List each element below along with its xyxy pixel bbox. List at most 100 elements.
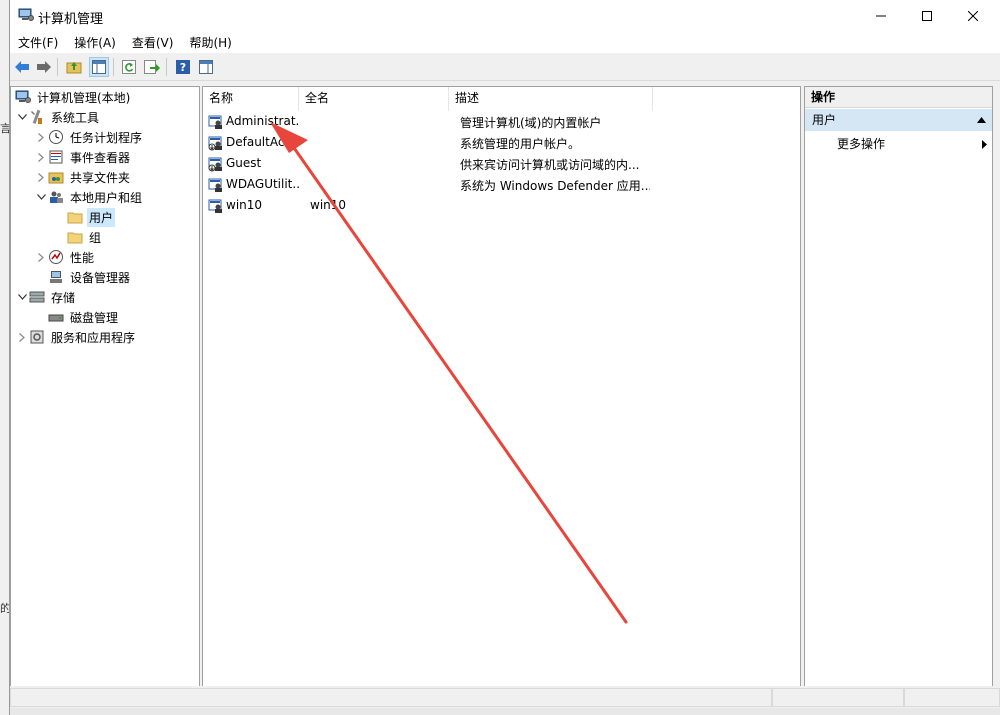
- taskbar-edge: [10, 708, 1000, 715]
- clock-icon: [48, 129, 64, 145]
- export-list-button[interactable]: [143, 58, 161, 76]
- user-account-icon: [208, 114, 224, 130]
- user-account-disabled-icon: [208, 156, 224, 172]
- user-account-icon: [208, 177, 224, 193]
- expanded-chevron-icon[interactable]: [15, 107, 29, 127]
- computer-management-icon: [15, 89, 31, 105]
- menu-file[interactable]: 文件(F): [10, 31, 66, 53]
- collapsed-chevron-icon[interactable]: [34, 247, 48, 267]
- action-section-label: 用户: [812, 113, 837, 127]
- forward-arrow-icon: [37, 61, 51, 73]
- minimize-button[interactable]: [858, 0, 904, 31]
- device-manager-icon: [48, 269, 64, 285]
- collapsed-chevron-icon[interactable]: [34, 147, 48, 167]
- cell-name: Administrat...: [226, 114, 299, 128]
- action-pane-header: 操作: [805, 87, 992, 108]
- event-viewer-icon: [48, 149, 64, 165]
- collapsed-chevron-icon[interactable]: [34, 127, 48, 147]
- menu-action[interactable]: 操作(A): [66, 31, 124, 53]
- status-segment: [904, 688, 1000, 707]
- disk-icon: [48, 309, 64, 325]
- tree-item[interactable]: 组: [53, 227, 103, 247]
- tree-item-label: 服务和应用程序: [51, 330, 136, 345]
- tree-item-label: 用户: [87, 207, 116, 227]
- tree-item[interactable]: 设备管理器: [34, 267, 132, 287]
- tools-icon: [29, 109, 45, 125]
- cell-name: win10: [226, 198, 263, 212]
- tree-item[interactable]: 服务和应用程序: [15, 327, 137, 347]
- tree-item[interactable]: 存储: [15, 287, 77, 307]
- toolbar-separator: [113, 58, 114, 76]
- menu-bar: 文件(F) 操作(A) 查看(V) 帮助(H): [10, 31, 1000, 53]
- computer-management-icon: [18, 8, 34, 22]
- export-icon: [144, 60, 160, 74]
- show-hide-console-tree-button[interactable]: [89, 57, 109, 77]
- shared-folder-icon: [48, 169, 64, 185]
- tree-item-label: 事件查看器: [70, 150, 131, 165]
- minimize-icon: [876, 15, 886, 16]
- tree-item[interactable]: 性能: [34, 247, 96, 267]
- console-tree: 计算机管理(本地) 系统工具任务计划程序事件查看器共享文件夹本地用户和组用户组性能…: [10, 86, 200, 687]
- action-pane-icon: [199, 60, 213, 74]
- menu-help[interactable]: 帮助(H): [181, 31, 239, 53]
- tree-item-label: 设备管理器: [70, 270, 131, 285]
- status-bar: [10, 686, 1000, 708]
- tree-item[interactable]: 系统工具: [15, 107, 101, 127]
- expanded-chevron-icon[interactable]: [34, 187, 48, 207]
- svg-text:?: ?: [180, 61, 186, 74]
- list-item[interactable]: WDAGUtilit... 系统为 Windows Defender 应用...: [203, 174, 800, 195]
- folder-icon: [67, 229, 83, 245]
- action-more-actions[interactable]: 更多操作: [805, 134, 992, 154]
- storage-icon: [29, 289, 45, 305]
- console-tree-icon: [92, 60, 106, 74]
- back-button[interactable]: [13, 58, 31, 76]
- expanded-chevron-icon[interactable]: [15, 287, 29, 307]
- show-hide-action-pane-button[interactable]: [197, 58, 215, 76]
- user-list: 名称 全名 描述 Administrat... 管理计算机(域)的内置帐户 Defa…: [202, 86, 801, 687]
- services-icon: [29, 329, 45, 345]
- computer-management-window: 计算机管理 文件(F) 操作(A) 查看(V) 帮助(H) ? 计算机管理(本地…: [9, 0, 1000, 715]
- collapsed-chevron-icon[interactable]: [15, 327, 29, 347]
- close-button[interactable]: [950, 0, 996, 31]
- list-item[interactable]: Guest 供来宾访问计算机或访问域的内...: [203, 153, 800, 174]
- tree-item[interactable]: 共享文件夹: [34, 167, 132, 187]
- cell-description: 供来宾访问计算机或访问域的内...: [460, 158, 640, 172]
- tree-item[interactable]: 任务计划程序: [34, 127, 144, 147]
- collapsed-chevron-icon[interactable]: [34, 167, 48, 187]
- title-bar: 计算机管理: [10, 0, 1000, 31]
- maximize-icon: [922, 10, 932, 21]
- forward-button[interactable]: [35, 58, 53, 76]
- action-pane: 操作 用户 更多操作: [804, 86, 993, 687]
- refresh-icon: [122, 60, 136, 74]
- status-segment: [772, 688, 904, 707]
- refresh-button[interactable]: [120, 58, 138, 76]
- maximize-button[interactable]: [904, 0, 950, 31]
- tree-item[interactable]: 本地用户和组: [34, 187, 144, 207]
- list-item[interactable]: DefaultAc... 系统管理的用户帐户。: [203, 132, 800, 153]
- status-segment: [10, 688, 772, 707]
- tree-item[interactable]: 磁盘管理: [34, 307, 120, 327]
- users-groups-icon: [48, 189, 64, 205]
- list-item[interactable]: win10 win10: [203, 195, 800, 216]
- help-button[interactable]: ?: [174, 58, 192, 76]
- tree-item-label: 性能: [70, 250, 95, 265]
- column-header-name[interactable]: 名称: [203, 87, 299, 111]
- column-header-full-name[interactable]: 全名: [299, 87, 449, 111]
- tree-item-label: 本地用户和组: [70, 190, 143, 205]
- tree-item-label: 系统工具: [51, 110, 100, 125]
- column-header-description[interactable]: 描述: [449, 87, 653, 111]
- menu-view[interactable]: 查看(V): [124, 31, 182, 53]
- user-account-icon: [208, 198, 224, 214]
- tree-item[interactable]: 事件查看器: [34, 147, 132, 167]
- tree-item[interactable]: 计算机管理(本地): [15, 87, 132, 107]
- tree-item-label: 计算机管理(本地): [37, 90, 131, 105]
- tree-item[interactable]: 用户: [53, 207, 116, 227]
- folder-icon: [67, 209, 83, 225]
- cell-description: 系统管理的用户帐户。: [460, 137, 581, 151]
- action-section-users[interactable]: 用户: [805, 109, 992, 131]
- back-arrow-icon: [15, 61, 29, 73]
- list-item[interactable]: Administrat... 管理计算机(域)的内置帐户: [203, 111, 800, 132]
- up-level-button[interactable]: [65, 58, 83, 76]
